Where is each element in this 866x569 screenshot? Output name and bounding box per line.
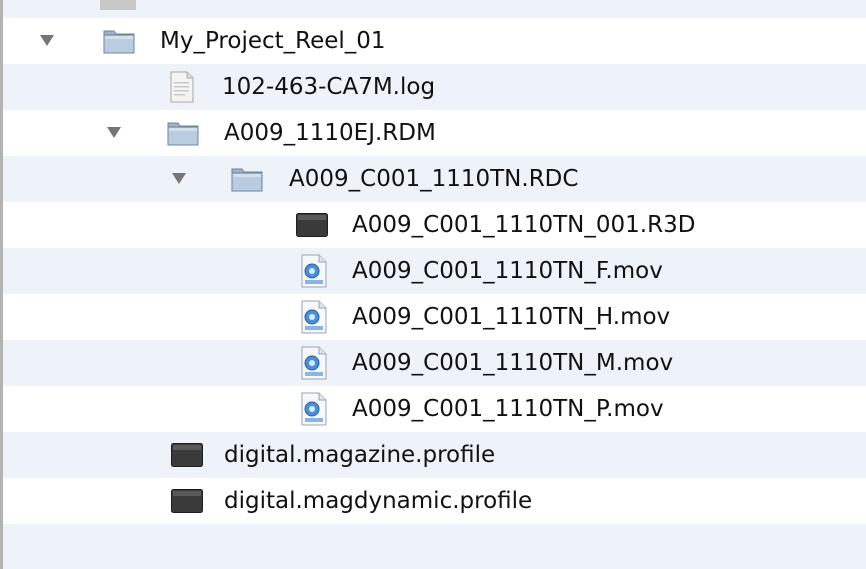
tree-row-rdc-folder[interactable]: A009_C001_1110TN.RDC <box>3 156 866 202</box>
quicktime-file-icon <box>301 300 327 334</box>
tree-row-rdm-folder[interactable]: A009_1110EJ.RDM <box>3 110 866 156</box>
empty-row <box>3 524 866 569</box>
finder-list-view: My_Project_Reel_01 102-463-CA7M.log A009… <box>0 0 866 569</box>
tree-row-my-project-reel[interactable]: My_Project_Reel_01 <box>3 18 866 64</box>
tree-row-label: digital.magdynamic.profile <box>224 488 533 514</box>
quicktime-file-icon <box>301 392 327 426</box>
tree-row-label: A009_C001_1110TN_P.mov <box>352 396 664 422</box>
disclosure-triangle-expanded-icon[interactable] <box>107 127 121 138</box>
tree-row-label: A009_C001_1110TN.RDC <box>289 166 579 192</box>
folder-icon <box>231 164 263 192</box>
tree-row-mov-file-f[interactable]: A009_C001_1110TN_F.mov <box>3 248 866 294</box>
quicktime-file-icon <box>301 254 327 288</box>
tree-row-label: 102-463-CA7M.log <box>222 74 436 100</box>
quicktime-file-icon <box>301 346 327 380</box>
folder-icon <box>103 26 135 54</box>
folder-icon <box>167 118 199 146</box>
profile-file-icon <box>171 489 203 513</box>
cut-off-icon-fragment <box>100 0 136 10</box>
tree-row-profile-magdynamic[interactable]: digital.magdynamic.profile <box>3 478 866 524</box>
tree-row-mov-file-m[interactable]: A009_C001_1110TN_M.mov <box>3 340 866 386</box>
r3d-file-icon <box>296 213 328 237</box>
tree-row-label: A009_C001_1110TN_H.mov <box>352 304 671 330</box>
disclosure-triangle-expanded-icon[interactable] <box>172 173 186 184</box>
tree-row-profile-magazine[interactable]: digital.magazine.profile <box>3 432 866 478</box>
tree-row-label: digital.magazine.profile <box>224 442 496 468</box>
tree-row-label: A009_C001_1110TN_001.R3D <box>352 212 696 238</box>
tree-row-mov-file-h[interactable]: A009_C001_1110TN_H.mov <box>3 294 866 340</box>
profile-file-icon <box>171 443 203 467</box>
tree-row-r3d-file[interactable]: A009_C001_1110TN_001.R3D <box>3 202 866 248</box>
tree-row-label: A009_C001_1110TN_F.mov <box>352 258 663 284</box>
tree-row-label: A009_1110EJ.RDM <box>224 120 436 146</box>
tree-row-label: A009_C001_1110TN_M.mov <box>352 350 674 376</box>
previous-row-fragment <box>3 0 866 18</box>
disclosure-triangle-expanded-icon[interactable] <box>40 35 54 46</box>
file-tree: My_Project_Reel_01 102-463-CA7M.log A009… <box>3 18 866 569</box>
tree-row-log-file[interactable]: 102-463-CA7M.log <box>3 64 866 110</box>
tree-row-label: My_Project_Reel_01 <box>160 28 386 54</box>
tree-row-mov-file-p[interactable]: A009_C001_1110TN_P.mov <box>3 386 866 432</box>
document-icon <box>169 71 195 103</box>
